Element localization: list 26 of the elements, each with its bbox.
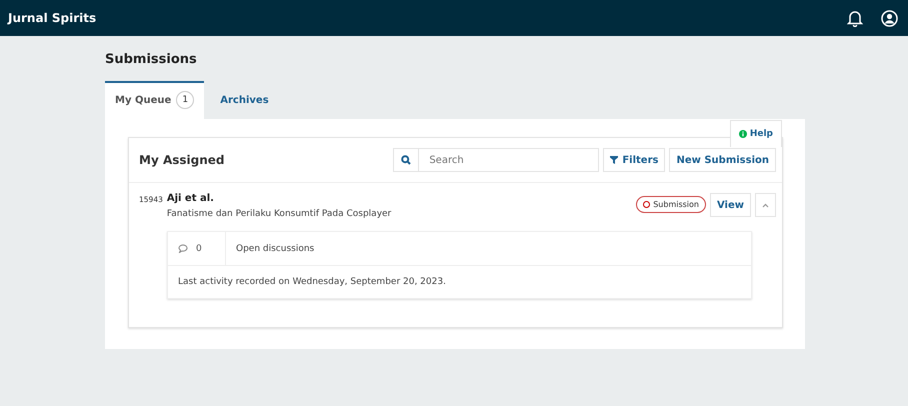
submission-title: Fanatisme dan Perilaku Konsumtif Pada Cosplayer xyxy=(166,209,392,219)
page-title: Submissions xyxy=(105,52,198,67)
user-avatar-icon[interactable] xyxy=(881,10,898,26)
tab[interactable]: Archives xyxy=(210,81,279,119)
count-badge: 1 xyxy=(176,91,194,109)
stage-badge: Submission xyxy=(636,196,706,213)
info-icon xyxy=(738,130,747,138)
search-button[interactable] xyxy=(393,148,420,172)
view-button[interactable]: View xyxy=(710,193,751,217)
last-activity: Last activity recorded on Wednesday, September 20, 2023. xyxy=(177,276,447,289)
discussion-count: 0 xyxy=(196,244,202,254)
tab[interactable]: My Queue 1 xyxy=(105,81,204,119)
bell-icon[interactable] xyxy=(847,10,863,26)
speech-bubble-icon xyxy=(178,244,188,253)
submission-authors: Aji et al. xyxy=(166,193,215,204)
discussions-label: Open discussions xyxy=(235,244,314,254)
filters-button[interactable]: Filters xyxy=(603,148,666,172)
new-submission-button[interactable]: New Submission xyxy=(669,148,776,172)
expand-toggle[interactable] xyxy=(755,193,776,217)
search-icon xyxy=(401,155,412,165)
search-field[interactable]: Search xyxy=(419,148,600,172)
filter-icon xyxy=(610,156,618,164)
app-title: Jurnal Spirits xyxy=(8,11,98,25)
card-title: My Assigned xyxy=(139,153,226,167)
help-button[interactable]: Help xyxy=(730,120,782,147)
chevron-icon xyxy=(762,202,769,208)
